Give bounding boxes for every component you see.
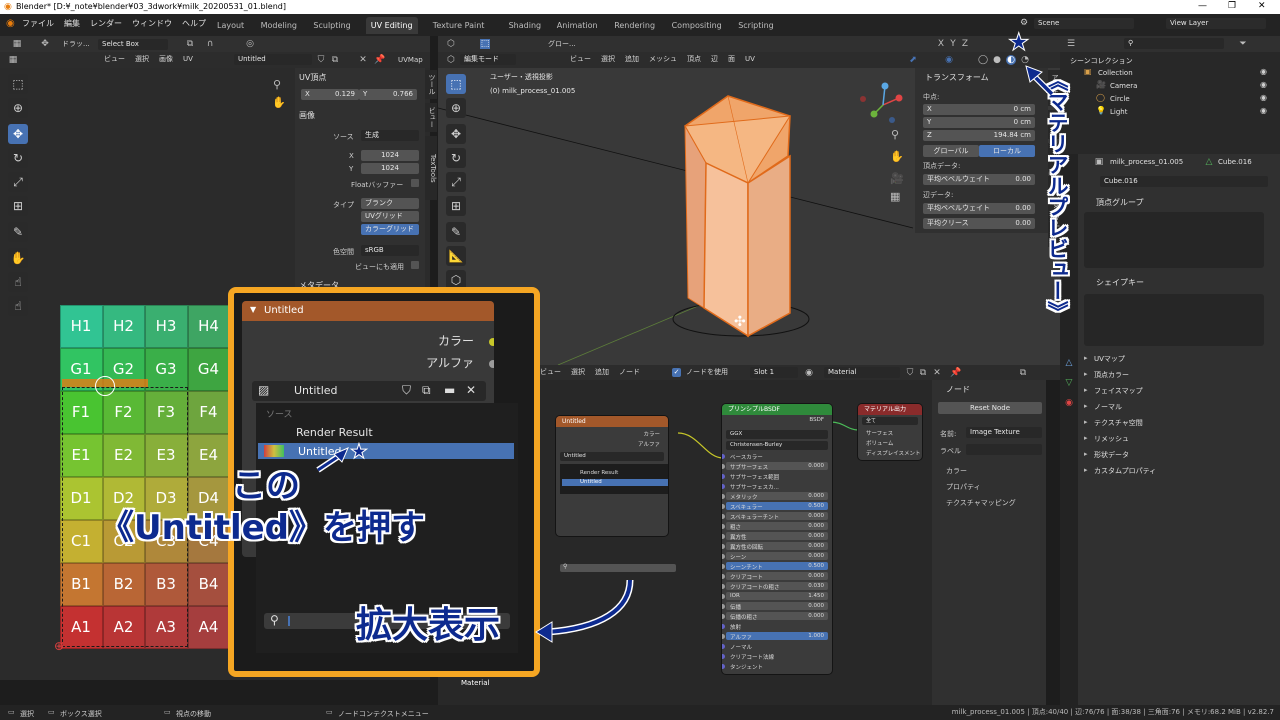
star-icon-preview: ★: [1008, 28, 1030, 56]
star-icon-untitled: ★: [350, 439, 368, 463]
annotation-arrows: ★ ★: [316, 28, 1055, 643]
